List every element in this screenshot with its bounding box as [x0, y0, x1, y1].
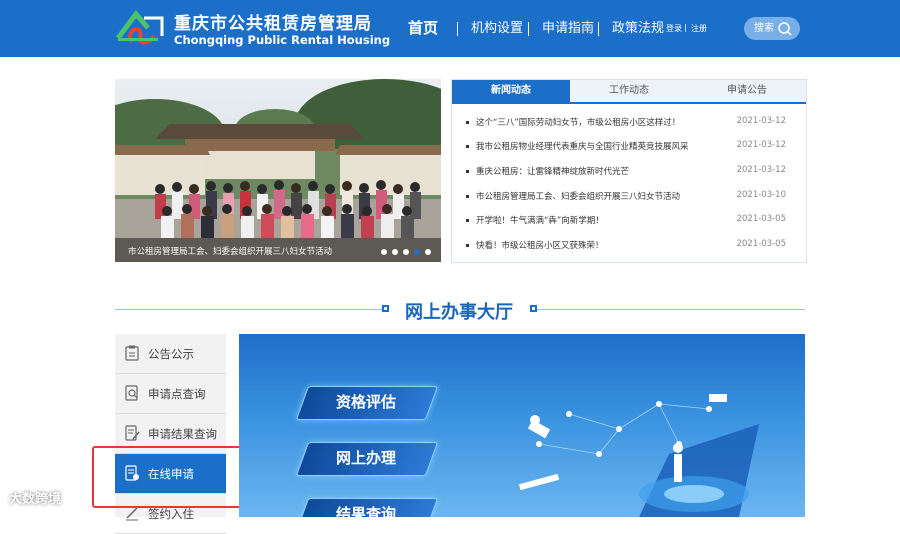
menu-label: 申请点查询 — [148, 387, 206, 401]
news-panel: 新闻动态 工作动态 申请公告 这个“三八”国际劳动妇女节，市级公租房小区这样过！… — [451, 79, 807, 263]
news-date: 2021-03-05 — [736, 214, 786, 224]
news-date: 2021-03-05 — [736, 239, 786, 249]
edit-document-icon — [125, 425, 140, 441]
section-divider-right — [537, 309, 805, 310]
nav-divider — [598, 22, 599, 36]
tech-illustration — [518, 394, 759, 517]
nav-org[interactable]: 机构设置 — [471, 0, 523, 57]
menu-label: 签约入住 — [148, 507, 194, 521]
section-divider-left — [115, 309, 382, 310]
site-header: 重庆市公共租赁房管理局 Chongqing Public Rental Hous… — [0, 0, 900, 57]
nav-divider — [528, 22, 529, 36]
tab-work[interactable]: 工作动态 — [570, 80, 688, 102]
news-carousel[interactable]: 市公租房管理局工会、妇委会组织开展三八妇女节活动 — [115, 79, 441, 262]
carousel-dot-active[interactable] — [414, 249, 420, 255]
menu-label: 申请结果查询 — [148, 427, 217, 441]
nav-divider — [457, 22, 458, 36]
news-title[interactable]: 开学啦！牛气满满“犇”向新学期！ — [476, 214, 604, 226]
bullet-icon — [466, 170, 469, 173]
nav-policy[interactable]: 政策法规 — [612, 0, 664, 57]
nav-home[interactable]: 首页 — [408, 0, 438, 57]
news-item[interactable]: 重庆公租房：让雷锋精神绽放新时代光芒 2021-03-12 — [466, 164, 796, 180]
carousel-dot[interactable] — [425, 249, 431, 255]
news-title[interactable]: 快看！市级公租房小区又获殊荣！ — [476, 239, 604, 251]
menu-item-location-query[interactable]: 申请点查询 — [115, 374, 226, 414]
carousel-dot[interactable] — [381, 249, 387, 255]
site-subtitle: Chongqing Public Rental Housing — [174, 33, 391, 47]
bullet-icon — [466, 145, 469, 148]
news-item[interactable]: 市公租房管理局工会、妇委会组织开展三八妇女节活动 2021-03-10 — [466, 189, 796, 205]
service-hall-panel: 资格评估 网上办理 结果查询 — [239, 334, 805, 517]
search-button[interactable]: 搜索 — [744, 17, 800, 40]
button-label: 结果查询 — [335, 505, 396, 517]
carousel-dots — [381, 249, 431, 255]
news-item[interactable]: 这个“三八”国际劳动妇女节，市级公租房小区这样过！ 2021-03-12 — [466, 115, 796, 131]
login-link[interactable]: 登录 — [666, 23, 682, 34]
logo-icon — [116, 10, 164, 45]
section-marker — [530, 305, 537, 312]
watermark: 大数跨境 — [9, 492, 62, 507]
section-marker — [382, 305, 389, 312]
bullet-icon — [466, 121, 469, 124]
news-date: 2021-03-12 — [736, 140, 786, 150]
tab-news[interactable]: 新闻动态 — [452, 80, 570, 102]
bullet-icon — [466, 244, 469, 247]
news-item[interactable]: 我市公租房物业经理代表重庆与全国行业精英竞技展风采 2021-03-12 — [466, 139, 796, 155]
carousel-dot[interactable] — [403, 249, 409, 255]
online-processing-button[interactable]: 网上办理 — [295, 442, 439, 476]
section-title: 网上办事大厅 — [405, 302, 513, 323]
menu-item-announcement[interactable]: 公告公示 — [115, 334, 226, 374]
tab-notice[interactable]: 申请公告 — [688, 80, 806, 102]
bullet-icon — [466, 219, 469, 222]
news-title[interactable]: 这个“三八”国际劳动妇女节，市级公租房小区这样过！ — [476, 116, 680, 128]
news-title[interactable]: 重庆公租房：让雷锋精神绽放新时代光芒 — [476, 165, 629, 177]
carousel-photo — [115, 79, 441, 262]
button-label: 网上办理 — [335, 449, 396, 467]
carousel-caption[interactable]: 市公租房管理局工会、妇委会组织开展三八妇女节活动 — [128, 245, 332, 257]
login-divider: | — [684, 23, 687, 32]
news-title[interactable]: 市公租房管理局工会、妇委会组织开展三八妇女节活动 — [476, 190, 680, 202]
search-document-icon — [125, 385, 138, 401]
button-label: 资格评估 — [335, 393, 396, 411]
news-title[interactable]: 我市公租房物业经理代表重庆与全国行业精英竞技展风采 — [476, 140, 689, 152]
news-tabs: 新闻动态 工作动态 申请公告 — [452, 80, 806, 104]
nav-guide[interactable]: 申请指南 — [542, 0, 594, 57]
result-query-button[interactable]: 结果查询 — [295, 498, 439, 517]
site-title: 重庆市公共租赁房管理局 — [174, 14, 372, 34]
eligibility-assessment-button[interactable]: 资格评估 — [295, 386, 439, 420]
bullet-icon — [466, 195, 469, 198]
menu-label: 公告公示 — [148, 347, 194, 361]
news-date: 2021-03-12 — [736, 165, 786, 175]
news-item[interactable]: 快看！市级公租房小区又获殊荣！ 2021-03-05 — [466, 238, 796, 254]
news-date: 2021-03-10 — [736, 190, 786, 200]
search-label: 搜索 — [754, 23, 774, 34]
news-item[interactable]: 开学啦！牛气满满“犇”向新学期！ 2021-03-05 — [466, 213, 796, 229]
news-date: 2021-03-12 — [736, 116, 786, 126]
carousel-dot[interactable] — [392, 249, 398, 255]
register-link[interactable]: 注册 — [691, 23, 707, 34]
clipboard-icon — [125, 345, 139, 361]
search-icon — [778, 22, 792, 36]
